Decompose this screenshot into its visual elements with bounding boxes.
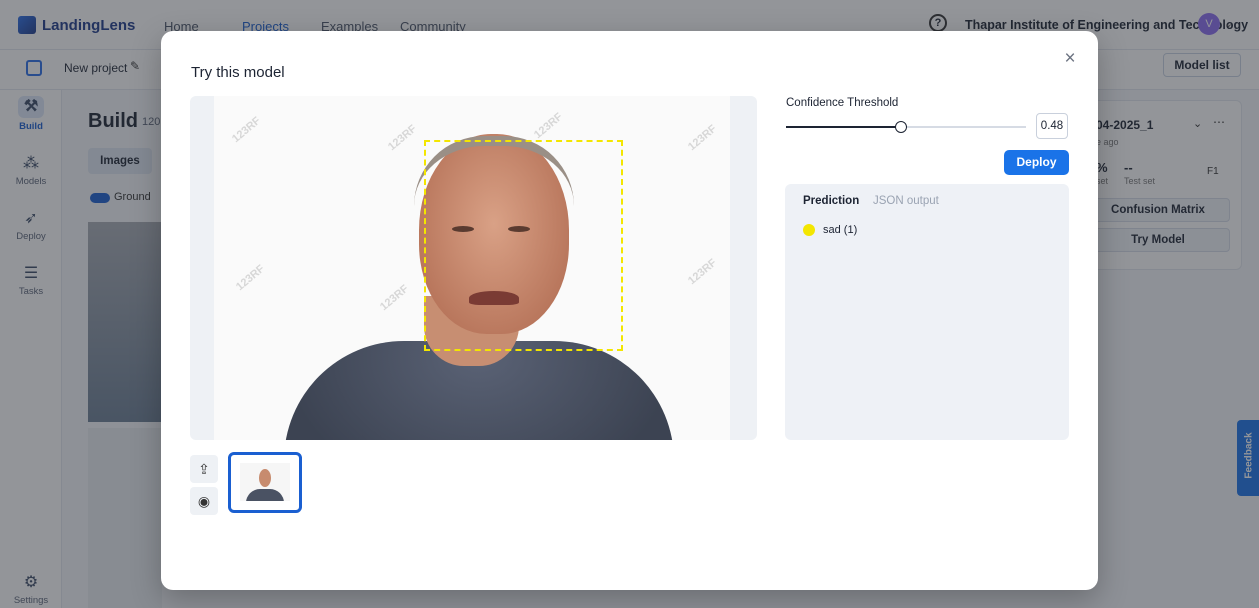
watermark: 123RF xyxy=(686,256,720,288)
dialog-title: Try this model xyxy=(191,64,285,81)
test-image: 123RF 123RF 123RF 123RF 123RF 123RF 123R… xyxy=(214,96,730,440)
image-viewer[interactable]: 123RF 123RF 123RF 123RF 123RF 123RF 123R… xyxy=(190,96,757,440)
prediction-label: sad (1) xyxy=(823,224,858,236)
slider-fill xyxy=(786,126,901,128)
watermark: 123RF xyxy=(230,114,264,146)
prediction-panel: Prediction JSON output sad (1) xyxy=(785,184,1069,440)
watermark: 123RF xyxy=(234,262,268,294)
confidence-value-input[interactable]: 0.48 xyxy=(1036,113,1068,139)
thumbnail-head xyxy=(259,469,271,487)
watermark: 123RF xyxy=(378,282,412,314)
selected-image-thumbnail[interactable] xyxy=(228,452,302,513)
confidence-slider[interactable] xyxy=(786,121,1026,133)
watermark: 123RF xyxy=(386,122,420,154)
thumbnail-image xyxy=(240,463,290,501)
slider-handle[interactable] xyxy=(895,121,907,133)
close-icon[interactable]: × xyxy=(1059,48,1081,70)
tab-json-output[interactable]: JSON output xyxy=(873,195,939,207)
tab-prediction[interactable]: Prediction xyxy=(803,195,859,207)
thumbnail-shirt xyxy=(246,489,284,501)
try-model-dialog: Try this model × 123RF 123RF 123RF 123RF… xyxy=(161,31,1098,590)
deploy-button[interactable]: Deploy xyxy=(1004,150,1069,175)
watermark: 123RF xyxy=(686,122,720,154)
prediction-bounding-box[interactable] xyxy=(424,140,623,351)
confidence-threshold-label: Confidence Threshold xyxy=(786,97,899,109)
camera-icon[interactable]: ◉ xyxy=(190,487,218,515)
class-color-dot xyxy=(803,224,815,236)
watermark: 123RF xyxy=(532,110,566,142)
upload-icon[interactable]: ⇪ xyxy=(190,455,218,483)
